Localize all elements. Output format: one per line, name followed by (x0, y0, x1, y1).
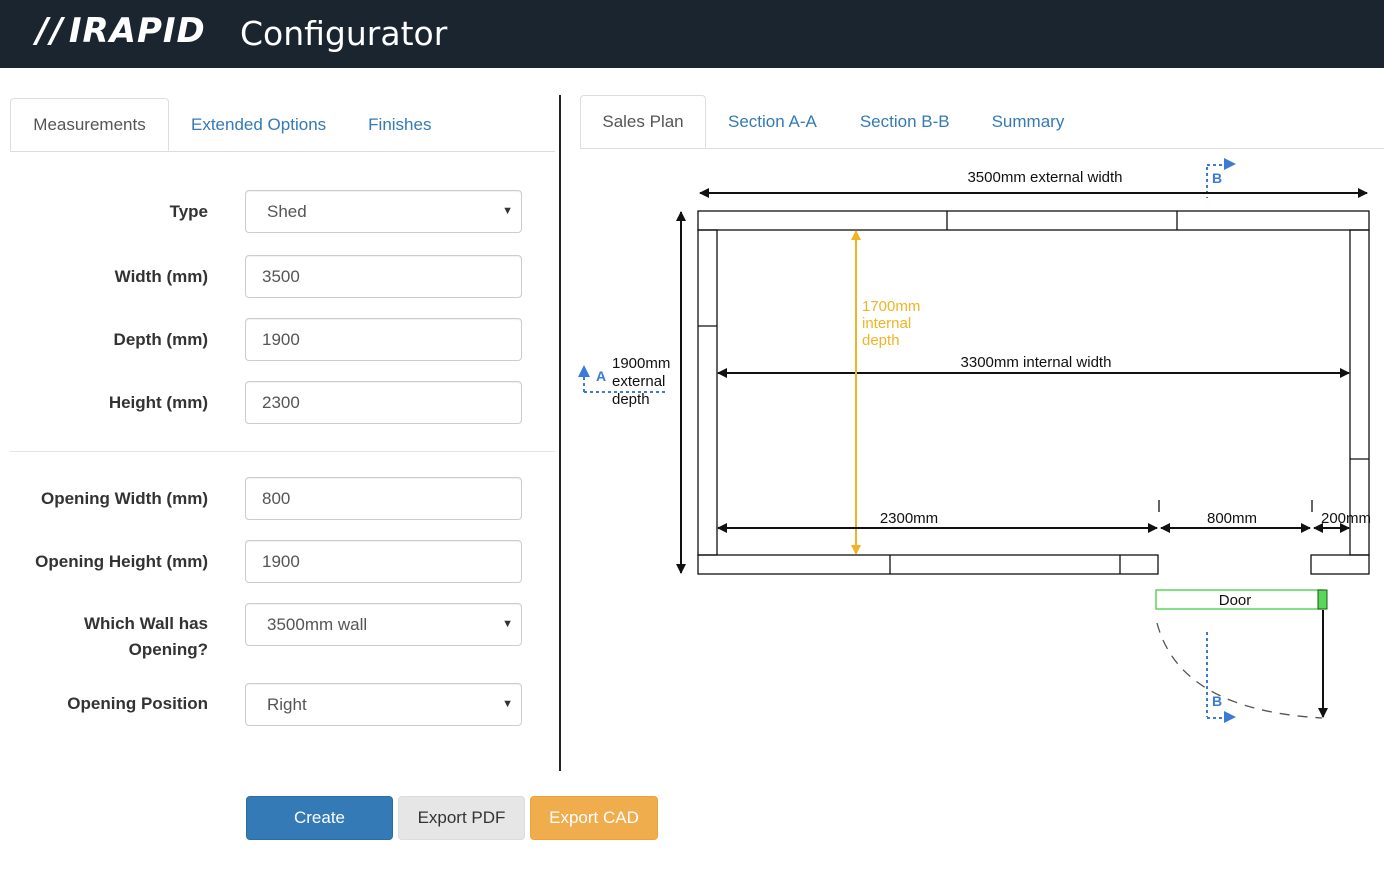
form-divider (10, 451, 555, 452)
opening-wall-label-line1: Which Wall has (83, 614, 208, 633)
tab-extended-options[interactable]: Extended Options (169, 98, 348, 151)
section-b-bottom-label: B (1212, 693, 1222, 709)
type-value: Shed (267, 201, 307, 221)
logo-slashes: // (36, 11, 65, 51)
section-a-label: A (596, 368, 606, 384)
opening-wall-label: Which Wall has Opening? (8, 611, 208, 663)
height-input[interactable]: 2300 (245, 381, 522, 424)
width-label: Width (mm) (114, 267, 208, 286)
door-hinge (1317, 589, 1328, 610)
config-tabs: Measurements Extended Options Finishes (10, 98, 555, 152)
depth-label: Depth (mm) (113, 330, 208, 349)
height-label: Height (mm) (108, 393, 208, 412)
external-width-label: 3500mm external width (967, 169, 1122, 186)
opening-wall-label-line2: Opening? (128, 640, 208, 659)
type-label: Type (169, 202, 208, 221)
wall-outline (697, 210, 1370, 575)
opening-position-select[interactable]: Right ▼ (245, 683, 522, 726)
internal-depth-label: 1700mm internal depth (862, 298, 925, 349)
opening-height-input[interactable]: 1900 (245, 540, 522, 583)
opening-position-label: Opening Position (67, 694, 208, 713)
opening-segment-label: 800mm (1207, 510, 1257, 527)
tab-finishes[interactable]: Finishes (348, 98, 451, 151)
panel-separator (559, 95, 561, 771)
right-segment-label: 200mm (1321, 510, 1371, 527)
export-pdf-button[interactable]: Export PDF (398, 796, 525, 840)
door-label: Door (1219, 592, 1252, 609)
external-depth-label: 1900mm external depth (612, 355, 675, 408)
opening-height-label: Opening Height (mm) (35, 552, 208, 571)
section-b-bottom-marker: B (1206, 632, 1236, 723)
app-header: //IRAPID Configurator (0, 0, 1384, 68)
opening-position-value: Right (267, 694, 307, 714)
sales-plan-drawing: B 3500mm external width 1900mm external … (578, 158, 1371, 723)
tab-section-a-a[interactable]: Section A-A (706, 95, 839, 148)
width-input[interactable]: 3500 (245, 255, 522, 298)
depth-input[interactable]: 1900 (245, 318, 522, 361)
app-title: Configurator (240, 14, 448, 53)
door-swing-arc (1156, 622, 1323, 719)
logo-wordmark: IRAPID (68, 11, 206, 51)
view-tabs: Sales Plan Section A-A Section B-B Summa… (580, 95, 1384, 149)
tab-sales-plan[interactable]: Sales Plan (580, 95, 706, 148)
opening-width-input[interactable]: 800 (245, 477, 522, 520)
chevron-down-icon: ▼ (502, 618, 513, 630)
tab-section-b-b[interactable]: Section B-B (839, 95, 971, 148)
tab-summary[interactable]: Summary (971, 95, 1086, 148)
opening-wall-value: 3500mm wall (267, 614, 368, 634)
section-b-top-label: B (1212, 170, 1222, 186)
rapid-logo: //IRAPID (36, 11, 206, 51)
internal-width-label: 3300mm internal width (961, 354, 1112, 371)
export-cad-button[interactable]: Export CAD (530, 796, 658, 840)
tab-measurements[interactable]: Measurements (10, 98, 169, 151)
type-select[interactable]: Shed ▼ (245, 190, 522, 233)
chevron-down-icon: ▼ (502, 205, 513, 217)
chevron-down-icon: ▼ (502, 698, 513, 710)
opening-wall-select[interactable]: 3500mm wall ▼ (245, 603, 522, 646)
create-button[interactable]: Create (246, 796, 393, 840)
left-segment-label: 2300mm (880, 510, 938, 527)
opening-width-label: Opening Width (mm) (41, 489, 208, 508)
